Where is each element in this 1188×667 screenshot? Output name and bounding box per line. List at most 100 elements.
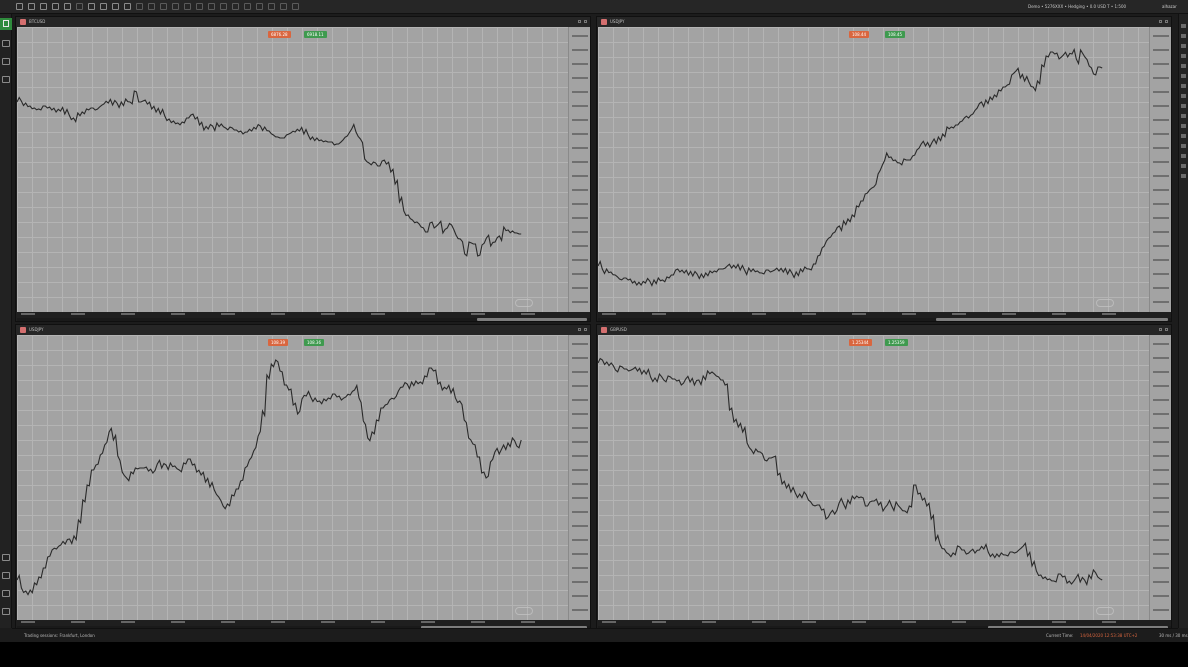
restore-icon[interactable] xyxy=(1159,328,1162,331)
chart-logo-icon xyxy=(601,327,607,333)
chart-logo-icon xyxy=(20,327,26,333)
pencil-icon[interactable] xyxy=(88,3,95,10)
ellipse-icon[interactable] xyxy=(220,3,227,10)
notification-icon[interactable] xyxy=(2,590,10,597)
close-icon[interactable] xyxy=(584,328,587,331)
chart-icon[interactable] xyxy=(2,40,10,47)
sell-button[interactable]: 108.39 xyxy=(268,339,288,346)
chart-header: USDJPY xyxy=(597,17,1171,27)
drawing-tool-icon[interactable] xyxy=(1181,84,1186,88)
help-icon[interactable] xyxy=(2,608,10,615)
chart-symbol[interactable]: USDJPY xyxy=(610,19,625,24)
filter-icon[interactable] xyxy=(2,572,10,579)
close-icon[interactable] xyxy=(584,20,587,23)
magnet-icon[interactable] xyxy=(124,3,131,10)
drawing-tool-icon[interactable] xyxy=(1181,54,1186,58)
buy-button[interactable]: 6918.11 xyxy=(304,31,327,38)
chart-plot-area[interactable]: 6876.28 6918.11 xyxy=(17,27,568,312)
drawing-tool-icon[interactable] xyxy=(1181,124,1186,128)
right-sidebar xyxy=(1178,14,1188,628)
price-tick xyxy=(1153,203,1169,205)
ctrader-logo-icon xyxy=(515,607,533,615)
drawing-tool-icon[interactable] xyxy=(1181,24,1186,28)
pitchfork-icon[interactable] xyxy=(196,3,203,10)
drawing-tool-icon[interactable] xyxy=(1181,144,1186,148)
chart-plot-area[interactable]: 108.39 108.36 xyxy=(17,335,568,620)
chart-symbol[interactable]: BTCUSD xyxy=(29,19,45,24)
chart-symbol[interactable]: GBPUSD xyxy=(610,327,627,332)
drawing-tool-icon[interactable] xyxy=(1181,94,1186,98)
bar-chart-icon[interactable] xyxy=(64,3,71,10)
candle-chart-icon[interactable] xyxy=(76,3,83,10)
restore-icon[interactable] xyxy=(1159,20,1162,23)
price-tick xyxy=(1153,245,1169,247)
close-icon[interactable] xyxy=(1165,328,1168,331)
horizontal-scrollbar[interactable] xyxy=(17,318,590,321)
search-icon[interactable] xyxy=(2,76,10,83)
price-axis[interactable] xyxy=(568,27,590,312)
folder-icon[interactable] xyxy=(52,3,59,10)
vertical-line-icon[interactable] xyxy=(160,3,167,10)
new-chart-icon[interactable] xyxy=(16,3,23,10)
chart-plot-area[interactable]: 1.25344 1.25359 xyxy=(598,335,1149,620)
scrollbar-thumb[interactable] xyxy=(936,318,1168,321)
price-tick xyxy=(1153,441,1169,443)
price-tick xyxy=(1153,77,1169,79)
time-tick xyxy=(1052,621,1066,623)
sell-button[interactable]: 6876.28 xyxy=(268,31,291,38)
drawing-tool-icon[interactable] xyxy=(1181,154,1186,158)
restore-icon[interactable] xyxy=(578,328,581,331)
buy-button[interactable]: 108.36 xyxy=(304,339,324,346)
save-icon[interactable] xyxy=(40,3,47,10)
drawing-tool-icon[interactable] xyxy=(1181,74,1186,78)
trade-watch-icon[interactable] xyxy=(0,18,12,30)
drawing-tool-icon[interactable] xyxy=(1181,164,1186,168)
scrollbar-thumb[interactable] xyxy=(477,318,587,321)
price-axis[interactable] xyxy=(1149,27,1171,312)
drawing-tool-icon[interactable] xyxy=(1181,114,1186,118)
horizontal-scrollbar[interactable] xyxy=(598,318,1171,321)
zoom-in-icon[interactable] xyxy=(268,3,275,10)
settings-icon[interactable] xyxy=(2,554,10,561)
ctrader-logo-icon xyxy=(1096,299,1114,307)
price-tick xyxy=(1153,357,1169,359)
drawing-tool-icon[interactable] xyxy=(1181,64,1186,68)
cursor-icon[interactable] xyxy=(112,3,119,10)
more-icon[interactable] xyxy=(292,3,299,10)
drawing-tool-icon[interactable] xyxy=(1181,174,1186,178)
zoom-out-icon[interactable] xyxy=(280,3,287,10)
chart-symbol[interactable]: USDJPY xyxy=(29,327,44,332)
fibonacci-icon[interactable] xyxy=(184,3,191,10)
user-name[interactable]: alhazar xyxy=(1162,4,1177,9)
drawing-tool-icon[interactable] xyxy=(1181,104,1186,108)
price-tick xyxy=(572,511,588,513)
buy-button[interactable]: 1.25359 xyxy=(885,339,908,346)
drawing-tool-icon[interactable] xyxy=(1181,44,1186,48)
text-tool-icon[interactable] xyxy=(232,3,239,10)
restore-icon[interactable] xyxy=(578,20,581,23)
layout-icon[interactable] xyxy=(28,3,35,10)
price-tick xyxy=(572,441,588,443)
crosshair-icon[interactable] xyxy=(100,3,107,10)
trendline-icon[interactable] xyxy=(136,3,143,10)
drawing-tool-icon[interactable] xyxy=(1181,34,1186,38)
price-axis[interactable] xyxy=(568,335,590,620)
price-tick xyxy=(1153,175,1169,177)
ruler-icon[interactable] xyxy=(256,3,263,10)
list-icon[interactable] xyxy=(2,58,10,65)
rectangle-icon[interactable] xyxy=(208,3,215,10)
sell-button[interactable]: 1.25344 xyxy=(849,339,872,346)
buy-button[interactable]: 108.45 xyxy=(885,31,905,38)
arrow-icon[interactable] xyxy=(244,3,251,10)
price-tick xyxy=(572,399,588,401)
price-tick xyxy=(1153,343,1169,345)
account-info[interactable]: Demo • 5276XXX • Hedging • 0.0 USD T • 1… xyxy=(1028,4,1126,9)
price-axis[interactable] xyxy=(1149,335,1171,620)
price-tick xyxy=(1153,189,1169,191)
chart-plot-area[interactable]: 108.44 108.45 xyxy=(598,27,1149,312)
drawing-tool-icon[interactable] xyxy=(1181,134,1186,138)
close-icon[interactable] xyxy=(1165,20,1168,23)
channel-icon[interactable] xyxy=(172,3,179,10)
horizontal-line-icon[interactable] xyxy=(148,3,155,10)
sell-button[interactable]: 108.44 xyxy=(849,31,869,38)
